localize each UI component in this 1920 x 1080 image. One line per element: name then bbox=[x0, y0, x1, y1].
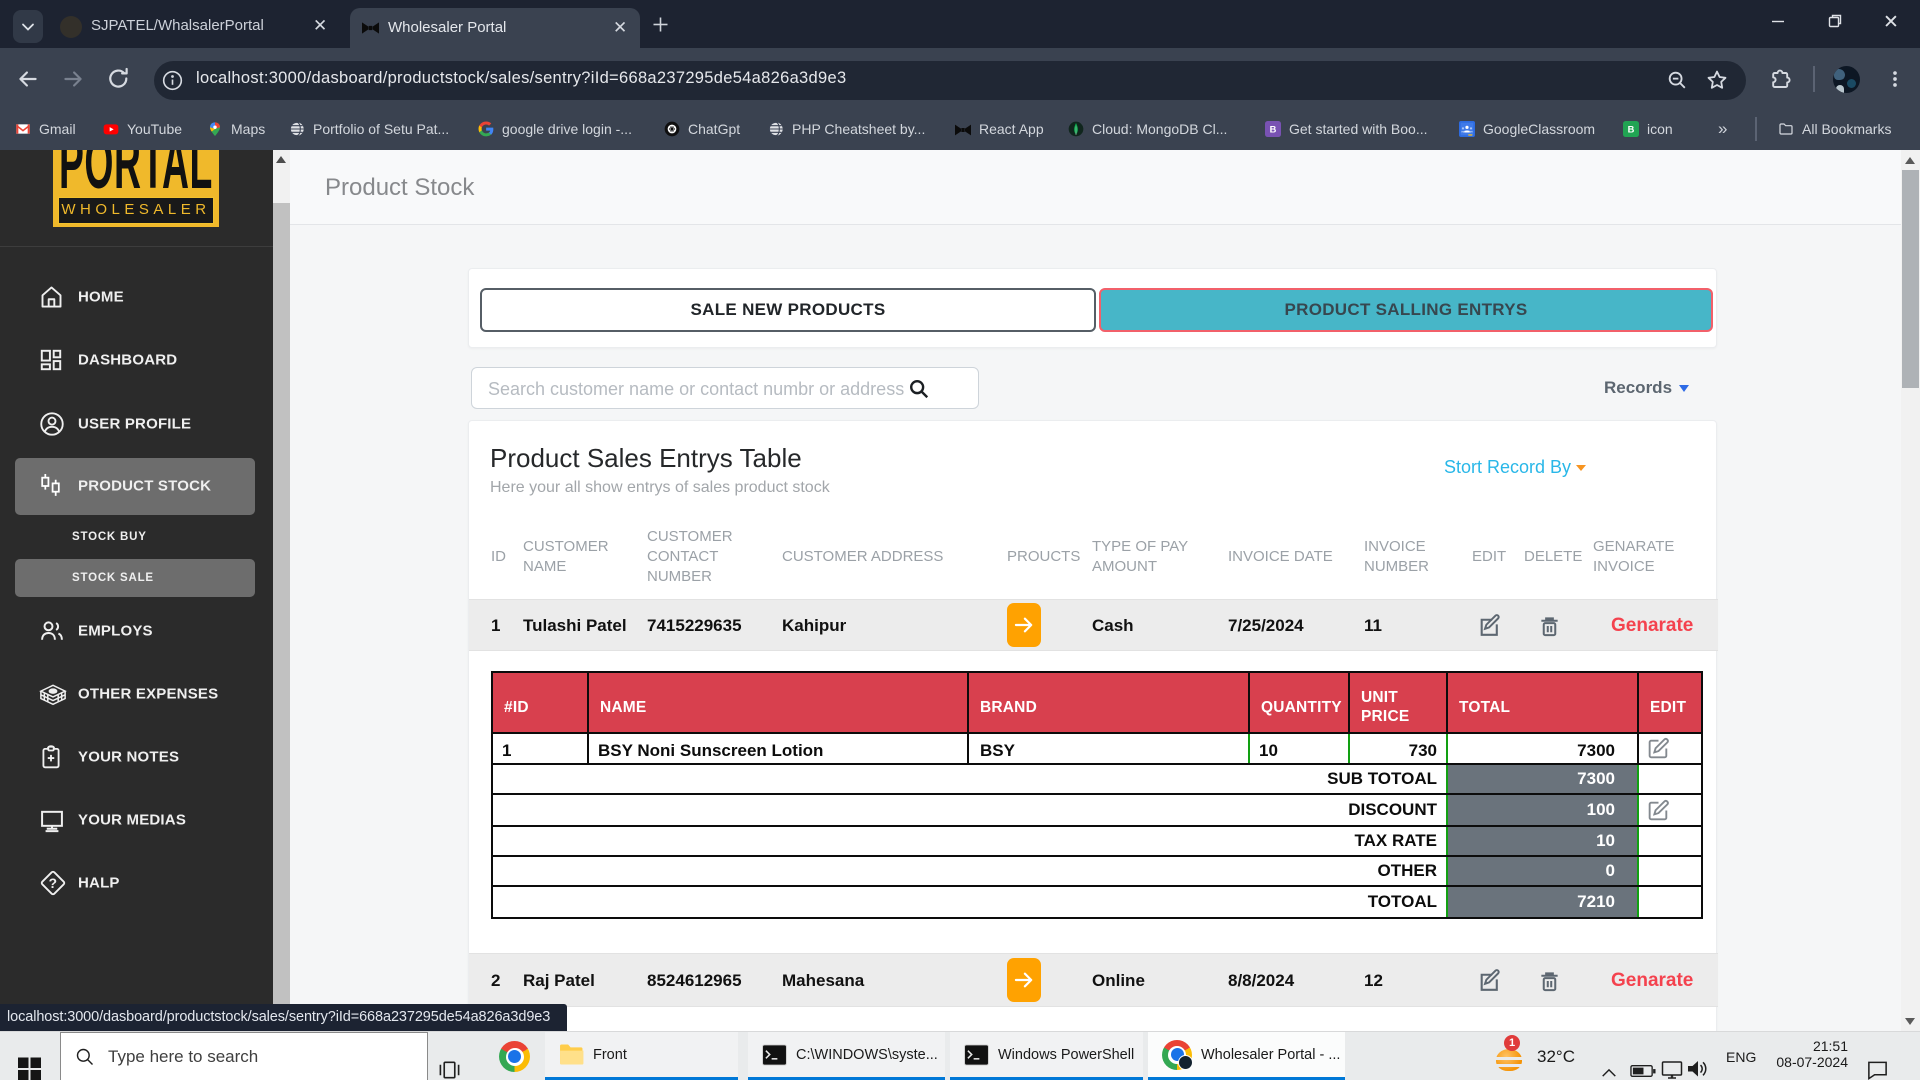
svg-text:B: B bbox=[1270, 124, 1277, 134]
svg-text:?: ? bbox=[49, 876, 58, 891]
svg-text:B: B bbox=[1628, 124, 1635, 134]
